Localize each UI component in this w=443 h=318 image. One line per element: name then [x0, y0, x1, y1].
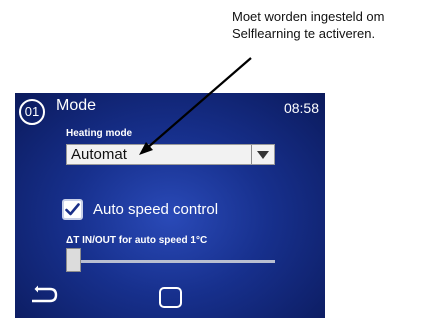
page-number-badge: 01: [19, 99, 45, 125]
device-screen: 01 Mode 08:58 Heating mode Automat Auto …: [15, 93, 325, 318]
heating-mode-value: Automat: [71, 146, 127, 163]
annotation-callout: Moet worden ingesteld om Selflearning te…: [232, 8, 437, 42]
checkmark-icon: [65, 203, 80, 216]
dropdown-arrow-button[interactable]: [251, 145, 274, 164]
clock: 08:58: [283, 100, 319, 116]
home-button[interactable]: [159, 287, 182, 308]
back-button[interactable]: [29, 284, 59, 308]
heating-mode-label: Heating mode: [66, 128, 133, 139]
chevron-down-icon: [257, 150, 269, 159]
page-title: Mode: [56, 97, 97, 114]
auto-speed-control-checkbox[interactable]: [62, 199, 83, 220]
auto-speed-control-label: Auto speed control: [93, 201, 219, 218]
annotation-line-2: Selflearning te activeren.: [232, 26, 376, 41]
heating-mode-dropdown[interactable]: Automat: [66, 144, 275, 165]
delta-t-slider-thumb[interactable]: [66, 248, 81, 272]
delta-t-slider-track[interactable]: [71, 260, 275, 263]
return-arrow-icon: [32, 285, 58, 303]
annotation-line-1: Moet worden ingesteld om: [232, 9, 385, 24]
delta-t-label: ΔT IN/OUT for auto speed 1°C: [66, 235, 208, 246]
